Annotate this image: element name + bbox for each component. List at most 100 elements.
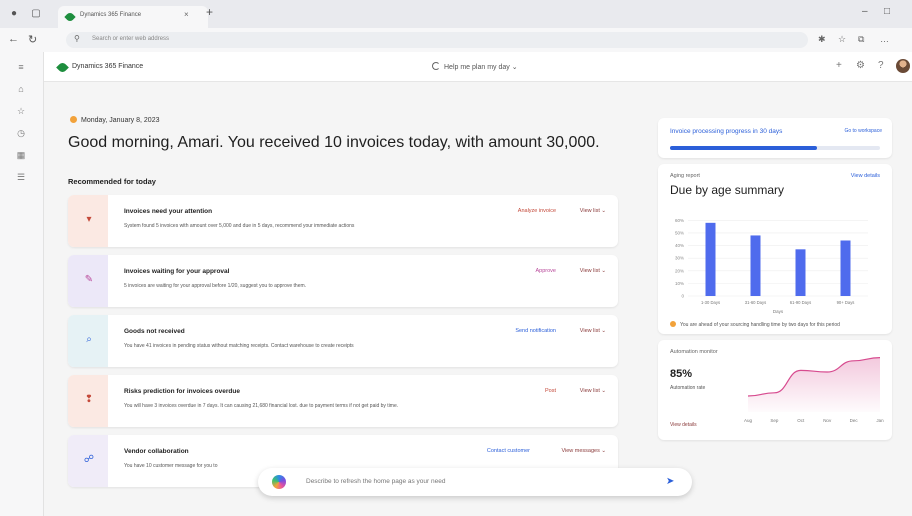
y-tick-label: 30% xyxy=(675,256,684,261)
y-tick-label: 10% xyxy=(675,281,684,286)
card-view-link[interactable]: View messages ⌄ xyxy=(561,448,606,454)
automation-label: Automation rate xyxy=(670,385,706,391)
automation-panel: Automation monitor 85% Automation rate V… xyxy=(658,340,892,440)
y-tick-label: 0 xyxy=(681,294,684,299)
chevron-down-icon: ⌄ xyxy=(511,64,518,71)
x-tick-label: 61-90 Days xyxy=(790,300,811,305)
chevron-down-icon: ⌄ xyxy=(601,448,606,454)
automation-small-title: Automation monitor xyxy=(670,349,718,355)
card-view-link[interactable]: View list ⌄ xyxy=(580,268,606,274)
app-name[interactable]: Dynamics 365 Finance xyxy=(72,63,143,70)
card-view-label: View list xyxy=(579,328,600,334)
card-action-button[interactable]: Analyze invoice xyxy=(518,208,556,214)
extensions-icon[interactable]: ✱ xyxy=(818,34,826,45)
recommendation-card[interactable]: ▾ Invoices need your attention System foun… xyxy=(68,195,618,247)
bar xyxy=(795,249,806,296)
prompt-placeholder: Describe to refresh the home page as you… xyxy=(306,478,446,485)
chevron-down-icon: ⌄ xyxy=(601,208,606,214)
filter-icon: ▾ xyxy=(86,214,92,225)
y-tick-label: 60% xyxy=(675,218,684,223)
menu-icon[interactable]: ≡ xyxy=(14,60,28,74)
collections-icon[interactable]: ⧉ xyxy=(858,34,864,45)
plan-day-label: Help me plan my day xyxy=(444,64,510,71)
address-bar[interactable]: ⚲ Search or enter web address xyxy=(66,32,808,48)
send-icon[interactable]: ➤ xyxy=(666,476,674,487)
workspace-link[interactable]: Go to workspace xyxy=(844,128,882,134)
x-tick-label: Jan xyxy=(876,418,884,423)
card-title: Invoices need your attention xyxy=(124,208,213,215)
aging-panel: Aging report Due by age summary View det… xyxy=(658,164,892,334)
bar xyxy=(705,222,716,296)
x-tick-label: Sep xyxy=(770,418,779,423)
profile-icon[interactable]: ● xyxy=(8,8,20,20)
card-title: Vendor collaboration xyxy=(124,448,189,455)
favorites-nav-icon[interactable]: ☆ xyxy=(14,104,28,118)
y-tick-label: 50% xyxy=(675,230,684,235)
card-body: You have 41 invoices in pending status w… xyxy=(124,343,354,349)
date-line: Monday, January 8, 2023 xyxy=(70,116,159,124)
avatar[interactable] xyxy=(896,59,910,73)
approval-icon: ✎ xyxy=(84,274,94,285)
refresh-icon[interactable]: ↻ xyxy=(28,33,37,46)
collab-icon: ☍ xyxy=(83,454,95,465)
chevron-down-icon: ⌄ xyxy=(601,268,606,274)
close-tab-icon[interactable]: × xyxy=(184,10,189,19)
maximize-button[interactable]: □ xyxy=(884,6,890,17)
main-content: Monday, January 8, 2023 Good morning, Am… xyxy=(44,82,912,516)
modules-icon[interactable]: ☰ xyxy=(14,170,28,184)
add-icon[interactable]: + xyxy=(836,60,842,71)
recommendation-card[interactable]: ⌕ Goods not received You have 41 invoices … xyxy=(68,315,618,367)
card-view-label: View list xyxy=(579,388,600,394)
x-tick-label: Oct xyxy=(797,418,805,423)
left-rail: ≡ ⌂ ☆ ◷ ▦ ☰ xyxy=(0,52,44,516)
card-action-button[interactable]: Send notification xyxy=(515,328,556,334)
new-tab-button[interactable]: + xyxy=(206,5,213,19)
back-icon[interactable]: ← xyxy=(8,33,19,45)
search-icon: ⌕ xyxy=(86,334,92,345)
card-view-link[interactable]: View list ⌄ xyxy=(580,208,606,214)
card-view-link[interactable]: View list ⌄ xyxy=(580,388,606,394)
recommended-heading: Recommended for today xyxy=(68,177,156,186)
dynamics-logo-icon xyxy=(56,61,69,74)
tab-title: Dynamics 365 Finance xyxy=(80,12,142,18)
tab-actions-icon[interactable]: ▢ xyxy=(30,8,42,20)
copilot-prompt-bar[interactable]: Describe to refresh the home page as you… xyxy=(258,468,692,496)
sun-icon xyxy=(70,116,77,123)
app-header: Dynamics 365 Finance Help me plan my day… xyxy=(44,52,912,82)
card-action-button[interactable]: Approve xyxy=(536,268,557,274)
automation-view-details[interactable]: View details xyxy=(670,422,697,428)
x-tick-label: 90+ Days xyxy=(837,300,855,305)
x-tick-label: 1-30 Days xyxy=(701,300,720,305)
greeting-headline: Good morning, Amari. You received 10 inv… xyxy=(68,134,600,151)
card-body: 5 invoices are waiting for your approval… xyxy=(124,283,307,289)
address-placeholder: Search or enter web address xyxy=(92,36,170,42)
home-icon[interactable]: ⌂ xyxy=(14,82,28,96)
card-view-link[interactable]: View list ⌄ xyxy=(580,328,606,334)
card-action-button[interactable]: Post xyxy=(545,388,556,394)
card-title: Risks prediction for invoices overdue xyxy=(124,388,240,395)
chevron-down-icon: ⌄ xyxy=(601,388,606,394)
aging-small-title: Aging report xyxy=(670,173,700,179)
recommendation-card[interactable]: ❢ Risks prediction for invoices overdue Yo… xyxy=(68,375,618,427)
risk-icon: ❢ xyxy=(84,394,94,405)
x-tick-label: Aug xyxy=(744,418,753,423)
y-tick-label: 20% xyxy=(675,268,684,273)
x-tick-label: Dec xyxy=(850,418,859,423)
favorites-icon[interactable]: ☆ xyxy=(838,34,846,45)
recent-icon[interactable]: ◷ xyxy=(14,126,28,140)
workspaces-icon[interactable]: ▦ xyxy=(14,148,28,162)
progress-bar-fill xyxy=(670,146,817,150)
browser-tab[interactable]: Dynamics 365 Finance × xyxy=(58,6,208,28)
help-icon[interactable]: ? xyxy=(878,60,884,71)
card-action-button[interactable]: Contact customer xyxy=(487,448,530,454)
recommendation-card[interactable]: ✎ Invoices waiting for your approval 5 inv… xyxy=(68,255,618,307)
more-icon[interactable]: … xyxy=(880,34,889,44)
card-view-label: View list xyxy=(579,268,600,274)
card-body: System found 5 invoices with amount over… xyxy=(124,223,355,229)
aging-view-details[interactable]: View details xyxy=(851,173,880,179)
y-tick-label: 40% xyxy=(675,243,684,248)
plan-day-button[interactable]: Help me plan my day ⌄ xyxy=(432,62,518,71)
gear-icon[interactable]: ⚙ xyxy=(856,60,865,71)
minimize-button[interactable]: – xyxy=(862,6,868,17)
area-fill xyxy=(748,357,880,412)
